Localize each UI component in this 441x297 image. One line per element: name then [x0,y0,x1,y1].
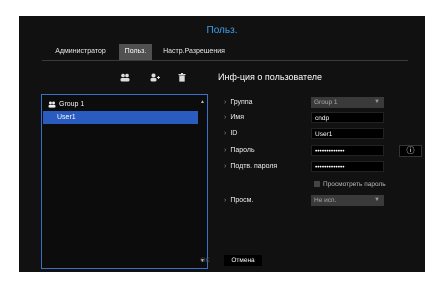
name-row-label: › Имя [224,113,244,123]
group-icon [48,101,56,108]
group-select-value: Group 1 [314,99,338,106]
dialog-title: Польз. [206,25,238,36]
bullet-icon: › [224,197,227,204]
group-select[interactable]: Group 1 ▼ [311,97,384,108]
name-label: Имя [230,114,244,121]
cancel-button[interactable]: Отмена [224,255,262,266]
bullet-icon: › [224,147,227,154]
password-row-label: › Пароль [224,146,255,156]
group-row-label: › Группа [224,98,253,108]
tab-administrator[interactable]: Администратор [42,44,119,60]
confirm-row-label: › Подтв. пароля [224,162,277,172]
tree-group-row[interactable]: Group 1 [48,98,84,111]
trash-icon [178,73,186,82]
delete-button[interactable] [174,73,190,86]
view-row-label: › Просм. [224,196,253,206]
id-label: ID [230,130,238,137]
confirm-password-field[interactable]: ••••••••••••• [311,161,384,172]
bullet-icon: › [224,99,227,106]
bullet-icon: › [224,130,227,137]
confirm-password-label: Подтв. пароля [230,163,278,170]
scroll-up-arrow-icon[interactable]: ▲ [200,99,205,105]
tab-permissions[interactable]: Настр.Разрешения [154,44,234,60]
ok-button[interactable]: OK [191,255,219,266]
info-icon: ⓘ [406,146,415,155]
tree-user-row[interactable]: User1 [43,111,198,124]
user-info-title: Инф-ция о пользователе [218,72,323,82]
view-select[interactable]: Не исп. ▼ [311,195,384,206]
tab-bar: Администратор Польз. Настр.Разрешения [42,44,408,61]
show-password-checkbox[interactable]: Просмотреть пароль [314,180,386,189]
bullet-icon: › [224,114,227,121]
add-group-button[interactable] [117,73,133,86]
add-group-icon [120,73,130,82]
password-info-button[interactable]: ⓘ [399,145,422,157]
tab-users[interactable]: Польз. [119,44,152,60]
add-user-button[interactable] [147,73,163,86]
tree-group-label: Group 1 [59,101,85,108]
show-password-label: Просмотреть пароль [323,181,386,188]
name-field[interactable]: cndp [311,112,384,123]
id-field[interactable]: User1 [311,128,384,139]
bullet-icon: › [224,163,227,170]
view-label: Просм. [230,197,254,204]
password-label: Пароль [230,147,255,154]
tree-user-label: User1 [57,114,76,121]
chevron-down-icon: ▼ [374,99,380,105]
add-user-icon [150,73,160,82]
group-label: Группа [230,99,253,106]
checkbox-box[interactable] [314,181,320,188]
user-tree[interactable]: Group 1 User1 ▲ ▼ [41,94,208,269]
password-field[interactable]: ••••••••••••• [311,145,384,156]
id-row-label: › ID [224,129,237,139]
user-settings-dialog: Польз. Администратор Польз. Настр.Разреш… [19,16,425,272]
chevron-down-icon: ▼ [374,197,380,203]
view-select-value: Не исп. [314,197,337,204]
